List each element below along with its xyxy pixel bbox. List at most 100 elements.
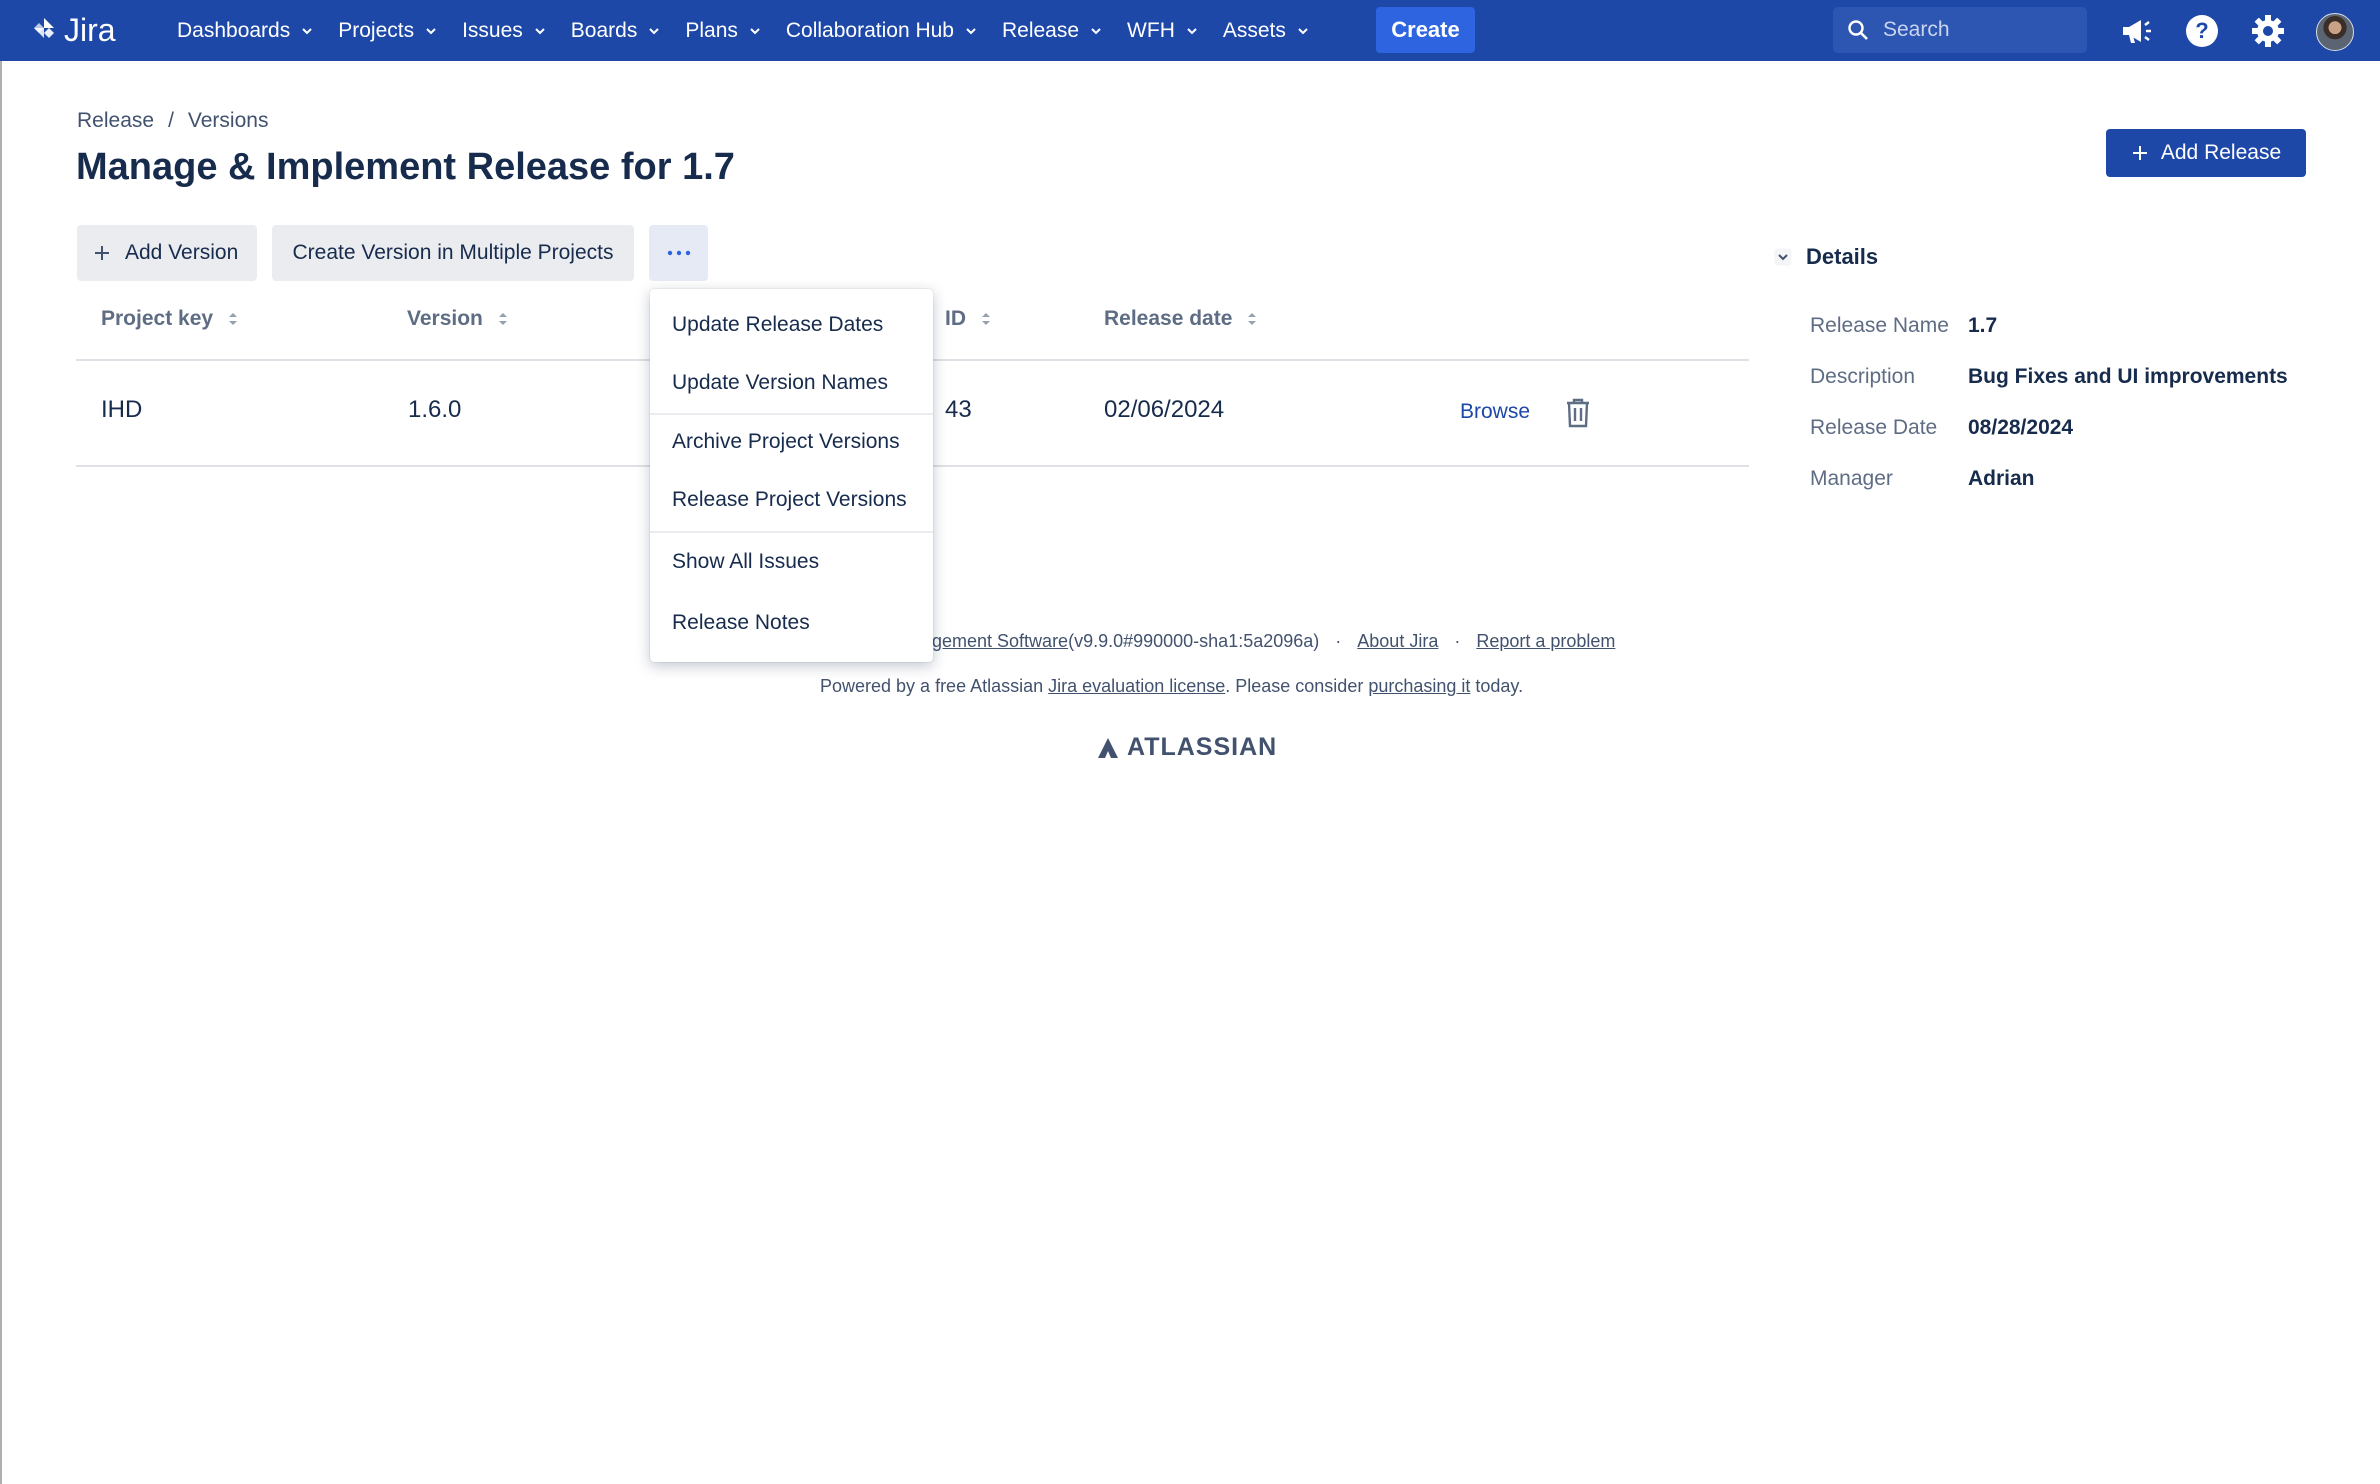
nav-issues-label: Issues	[462, 18, 523, 42]
manager-label: Manager	[1810, 467, 1893, 490]
footer-license-text-c: today.	[1470, 676, 1524, 696]
chevron-down-icon	[426, 27, 436, 34]
atlassian-logo-text: ATLASSIAN	[1127, 733, 1278, 761]
jira-logo-text: Jira	[64, 11, 116, 48]
megaphone-icon	[2123, 20, 2151, 43]
column-header-project-key[interactable]: Project key	[101, 307, 239, 331]
window-edge	[0, 0, 2, 1484]
notifications-megaphone-icon[interactable]	[2118, 13, 2154, 49]
cell-version: 1.6.0	[408, 396, 462, 423]
more-actions-button[interactable]	[649, 225, 708, 281]
menu-divider	[650, 413, 933, 415]
nav-assets[interactable]: Assets	[1211, 0, 1322, 61]
help-button[interactable]: ?	[2184, 13, 2220, 49]
nav-dashboards[interactable]: Dashboards	[165, 0, 326, 61]
nav-boards-label: Boards	[570, 18, 638, 42]
svg-text:?: ?	[2195, 18, 2208, 43]
page-title: Manage & Implement Release for 1.7	[76, 146, 735, 188]
footer-license-text-b: . Please consider	[1225, 676, 1369, 696]
about-jira-link[interactable]: About Jira	[1357, 631, 1438, 652]
cell-project-key: IHD	[101, 396, 143, 423]
breadcrumb-versions[interactable]: Versions	[188, 109, 269, 133]
nav-plans-label: Plans	[685, 18, 738, 42]
plus-icon	[95, 246, 109, 260]
report-problem-link[interactable]: Report a problem	[1476, 631, 1615, 652]
menu-divider	[650, 531, 933, 533]
nav-menu: Dashboards Projects Issues Boards Plans …	[165, 0, 1322, 61]
help-icon: ?	[2186, 15, 2218, 47]
cell-id: 43	[945, 396, 972, 423]
chevron-down-icon	[302, 27, 312, 34]
chevron-down-icon	[1187, 27, 1197, 34]
details-title: Details	[1806, 244, 1879, 269]
menu-item-update-release-dates[interactable]: Update Release Dates	[672, 313, 883, 337]
breadcrumb-release[interactable]: Release	[77, 109, 154, 133]
add-release-button[interactable]: Add Release	[2106, 129, 2306, 177]
sort-icon	[982, 313, 990, 325]
nav-collaboration-hub-label: Collaboration Hub	[785, 18, 954, 42]
cell-release-date: 02/06/2024	[1104, 396, 1225, 423]
nav-projects[interactable]: Projects	[326, 0, 450, 61]
chevron-down-icon	[750, 27, 760, 34]
search-input[interactable]	[1881, 17, 2075, 43]
menu-item-archive-project-versions[interactable]: Archive Project Versions	[672, 430, 900, 454]
column-header-release-date[interactable]: Release date	[1104, 307, 1258, 331]
create-version-multiple-projects-button[interactable]: Create Version in Multiple Projects	[272, 225, 634, 281]
jira-logo[interactable]: Jira	[32, 12, 116, 48]
menu-item-release-project-versions[interactable]: Release Project Versions	[672, 488, 907, 512]
nav-plans[interactable]: Plans	[673, 0, 774, 61]
top-navigation: Jira Dashboards Projects Issues Boards P…	[0, 0, 2380, 61]
footer-software-link[interactable]: gement Software	[932, 631, 1068, 652]
nav-projects-label: Projects	[338, 18, 415, 42]
add-version-button[interactable]: Add Version	[77, 225, 257, 281]
footer-license-text-a: Powered by a free Atlassian	[820, 676, 1049, 696]
footer-dot: ·	[1335, 631, 1342, 651]
column-header-id[interactable]: ID	[945, 307, 992, 331]
search-box[interactable]	[1833, 7, 2087, 53]
trash-icon[interactable]	[1563, 397, 1593, 429]
nav-issues[interactable]: Issues	[450, 0, 559, 61]
gear-icon	[2252, 15, 2284, 47]
nav-wfh-label: WFH	[1127, 18, 1175, 42]
release-name-value: 1.7	[1968, 314, 1998, 337]
plus-icon	[2132, 146, 2147, 160]
create-button[interactable]: Create	[1376, 7, 1475, 53]
nav-dashboards-label: Dashboards	[177, 18, 291, 42]
details-toggle[interactable]: Details	[1774, 244, 1878, 270]
add-release-label: Add Release	[2160, 141, 2282, 164]
settings-button[interactable]	[2250, 13, 2286, 49]
column-header-version[interactable]: Version	[407, 307, 509, 331]
menu-item-show-all-issues[interactable]: Show All Issues	[672, 550, 819, 574]
breadcrumb-separator: /	[168, 109, 174, 132]
description-label: Description	[1810, 365, 1916, 388]
sort-icon	[1248, 313, 1257, 325]
breadcrumb: Release / Versions	[77, 109, 268, 133]
nav-release-label: Release	[1001, 18, 1080, 42]
id-header-label: ID	[945, 307, 966, 330]
footer-version-line: gement Software (v9.9.0#990000-sha1:5a20…	[932, 631, 1615, 652]
release-date-header-label: Release date	[1104, 307, 1233, 330]
purchasing-link[interactable]: purchasing it	[1368, 676, 1470, 696]
add-version-label: Add Version	[125, 241, 239, 264]
footer-version: (v9.9.0#990000-sha1:5a2096a)	[1068, 631, 1320, 651]
nav-assets-label: Assets	[1222, 18, 1286, 42]
user-avatar[interactable]	[2316, 13, 2354, 51]
nav-collaboration-hub[interactable]: Collaboration Hub	[774, 0, 990, 61]
menu-item-release-notes[interactable]: Release Notes	[672, 611, 810, 635]
project-key-header-label: Project key	[101, 307, 214, 330]
chevron-down-icon	[535, 27, 545, 34]
more-horizontal-icon	[667, 250, 690, 256]
atlassian-logo[interactable]: ATLASSIAN	[1097, 733, 1277, 762]
nav-release[interactable]: Release	[990, 0, 1115, 61]
atlassian-logo-icon	[1098, 737, 1118, 758]
search-icon	[1848, 20, 1868, 40]
version-header-label: Version	[407, 307, 483, 330]
more-actions-menu: Update Release Dates Update Version Name…	[650, 289, 933, 662]
nav-wfh[interactable]: WFH	[1115, 0, 1211, 61]
nav-boards[interactable]: Boards	[559, 0, 674, 61]
release-date-label: Release Date	[1810, 416, 1938, 439]
browse-link[interactable]: Browse	[1460, 400, 1530, 424]
menu-item-update-version-names[interactable]: Update Version Names	[672, 371, 888, 395]
jira-evaluation-license-link[interactable]: Jira evaluation license	[1048, 676, 1225, 696]
chevron-down-icon	[1091, 27, 1101, 34]
